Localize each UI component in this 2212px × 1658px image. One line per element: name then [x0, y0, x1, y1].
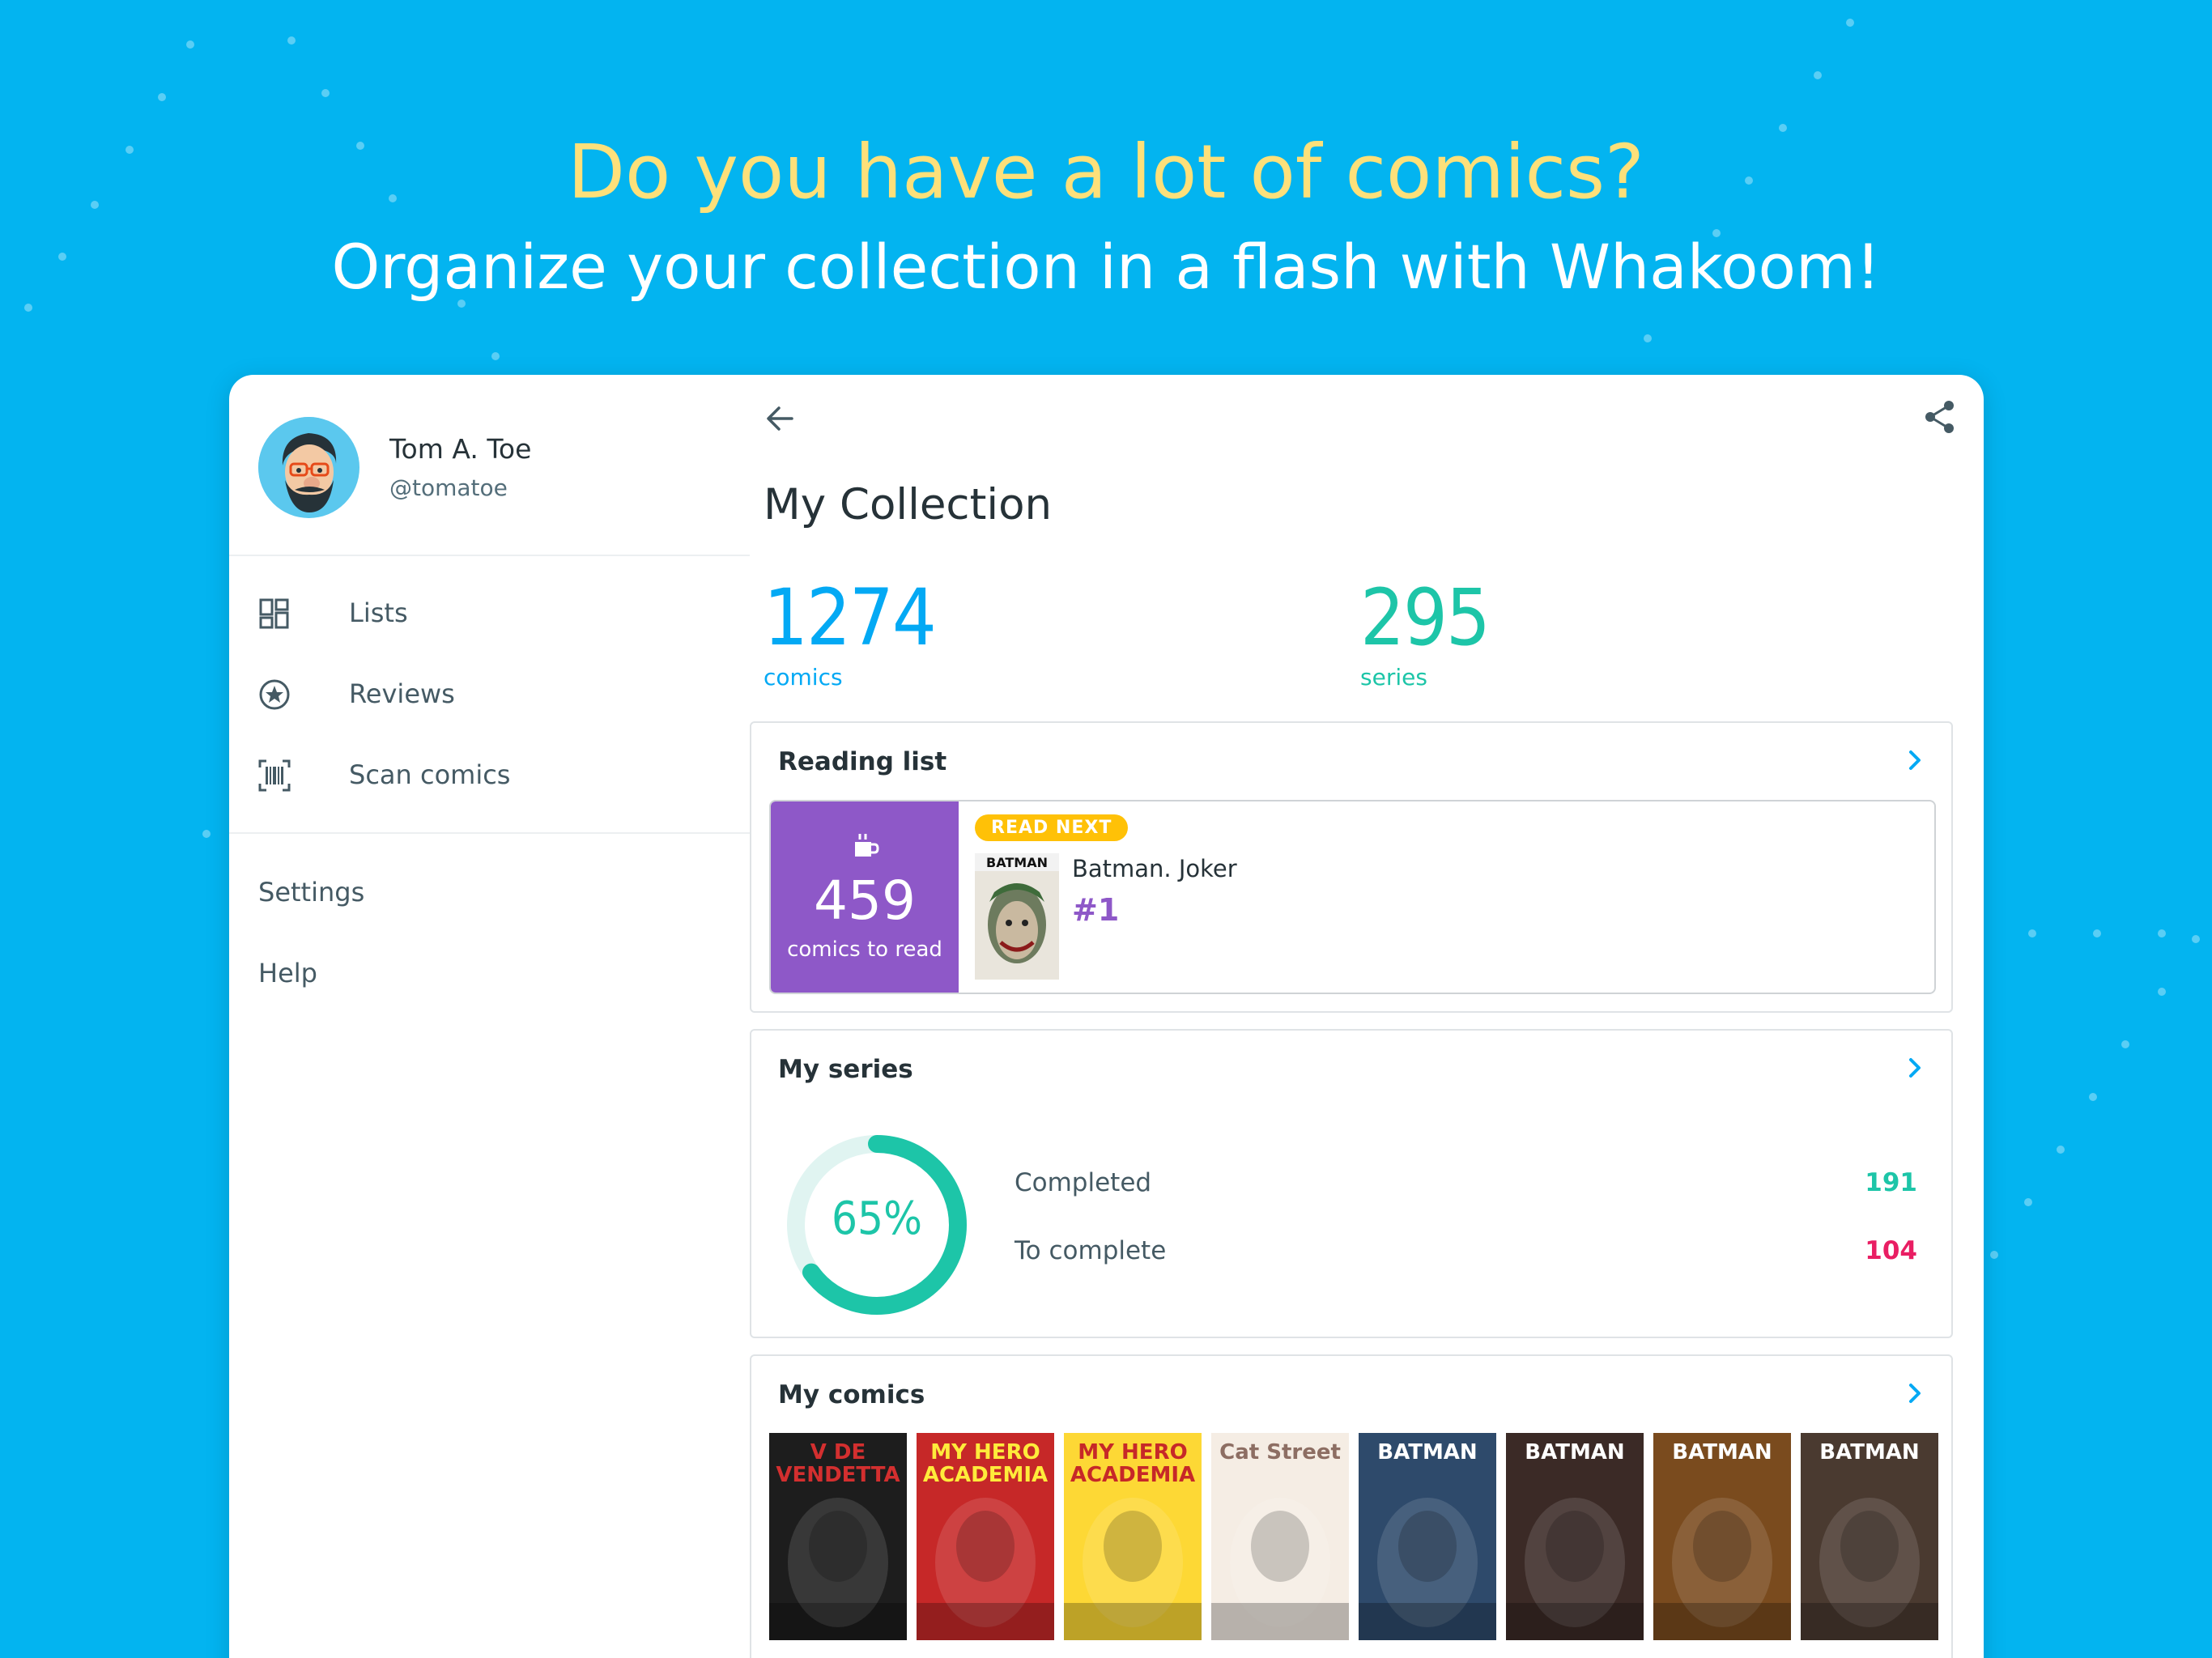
to-read-count: 459	[814, 869, 916, 932]
avatar[interactable]	[258, 417, 359, 518]
comic-cover-title: V DE VENDETTA	[776, 1440, 900, 1487]
comic-cover-title: BATMAN	[1672, 1440, 1772, 1465]
sidebar-item-label: Reviews	[349, 678, 455, 709]
to-read-label: comics to read	[787, 937, 942, 962]
back-arrow-icon[interactable]	[761, 399, 800, 438]
next-comic-title: Batman. Joker	[1072, 855, 1237, 882]
cover-batman-c[interactable]: BATMAN	[1653, 1433, 1791, 1640]
read-next-badge: READ NEXT	[975, 814, 1129, 841]
sidebar-item-lists[interactable]: Lists	[258, 589, 712, 638]
hero-title: Do you have a lot of comics?	[568, 129, 1644, 215]
reading-list-card[interactable]: Reading list 459 comics to read READ NEX…	[750, 721, 1953, 1013]
to-complete-label: To complete	[1015, 1236, 1167, 1265]
barcode-scan-icon	[258, 759, 291, 792]
card-title: My series	[778, 1055, 913, 1084]
app-window: Tom A. Toe @tomatoe Lists Reviews Scan c…	[229, 375, 1984, 1658]
series-label: series	[1360, 664, 1427, 691]
my-comics-card[interactable]: My comics V DE VENDETTA MY HERO ACADEMIA M…	[750, 1354, 1953, 1658]
cover-my-hero-academia-1[interactable]: MY HERO ACADEMIA	[1064, 1433, 1202, 1640]
card-title: Reading list	[778, 747, 947, 776]
user-profile[interactable]: Tom A. Toe @tomatoe	[258, 417, 744, 518]
to-read-counter[interactable]: 459 comics to read	[771, 801, 959, 993]
comics-label: comics	[764, 664, 843, 691]
chevron-right-icon[interactable]	[1903, 746, 1927, 775]
comic-cover-title: BATMAN	[1819, 1440, 1920, 1465]
divider	[229, 832, 750, 834]
comic-covers-row: V DE VENDETTA MY HERO ACADEMIA MY HERO ACA…	[769, 1433, 1938, 1643]
comics-stat[interactable]: 1274 comics	[764, 572, 937, 691]
collection-panel: My Collection 1274 comics 295 series Rea…	[750, 375, 1984, 1658]
cover-batman-d[interactable]: BATMAN	[1801, 1433, 1938, 1640]
completed-row: Completed 191	[1015, 1168, 1917, 1197]
series-count: 295	[1360, 572, 1491, 663]
completion-percent: 65%	[832, 1192, 922, 1245]
share-icon[interactable]	[1922, 399, 1958, 435]
sidebar-item-help[interactable]: Help	[258, 958, 317, 988]
user-name: Tom A. Toe	[389, 433, 532, 465]
sidebar-item-settings[interactable]: Settings	[258, 877, 364, 908]
sidebar-item-label: Lists	[349, 597, 408, 628]
series-stat[interactable]: 295 series	[1360, 572, 1491, 691]
cover-my-hero-academia-2[interactable]: MY HERO ACADEMIA	[917, 1433, 1054, 1640]
chevron-right-icon[interactable]	[1903, 1053, 1927, 1082]
hero-subtitle: Organize your collection in a flash with…	[331, 231, 1881, 303]
next-comic-issue: #1	[1072, 892, 1120, 928]
to-complete-value: 104	[1865, 1236, 1917, 1265]
batman-joker-cover[interactable]: BATMAN	[975, 853, 1059, 980]
dashboard-icon	[259, 598, 289, 629]
coffee-cup-icon	[855, 834, 879, 857]
completed-value: 191	[1865, 1168, 1917, 1197]
sidebar-item-scan-comics[interactable]: Scan comics	[258, 751, 712, 800]
sidebar-item-label: Scan comics	[349, 759, 511, 790]
user-handle: @tomatoe	[389, 474, 508, 501]
divider	[229, 555, 750, 556]
comic-cover-title: MY HERO ACADEMIA	[1070, 1440, 1196, 1487]
reading-list-item[interactable]: 459 comics to read READ NEXT BATMAN Batm…	[769, 800, 1936, 994]
cover-v-de-vendetta[interactable]: V DE VENDETTA	[769, 1433, 907, 1640]
cover-batman-b[interactable]: BATMAN	[1506, 1433, 1644, 1640]
svg-text:BATMAN: BATMAN	[986, 855, 1048, 870]
comics-count: 1274	[764, 572, 937, 663]
chevron-right-icon[interactable]	[1903, 1379, 1927, 1408]
comic-cover-title: BATMAN	[1525, 1440, 1625, 1465]
avatar-illustration-icon	[258, 417, 359, 517]
sidebar-item-reviews[interactable]: Reviews	[258, 670, 712, 719]
navigation-drawer: Tom A. Toe @tomatoe Lists Reviews Scan c…	[229, 375, 750, 1658]
page-title: My Collection	[764, 480, 1053, 529]
comic-cover-title: Cat Street	[1219, 1440, 1341, 1465]
star-circle-icon	[259, 679, 290, 710]
to-complete-row: To complete 104	[1015, 1236, 1917, 1265]
cover-batman-a[interactable]: BATMAN	[1359, 1433, 1496, 1640]
my-series-card[interactable]: My series 65% Completed 191 To complete …	[750, 1029, 1953, 1338]
cover-cat-street[interactable]: Cat Street	[1211, 1433, 1349, 1640]
card-title: My comics	[778, 1380, 925, 1409]
comic-cover-title: BATMAN	[1377, 1440, 1478, 1465]
comic-cover-title: MY HERO ACADEMIA	[922, 1440, 1049, 1487]
completed-label: Completed	[1015, 1168, 1152, 1197]
